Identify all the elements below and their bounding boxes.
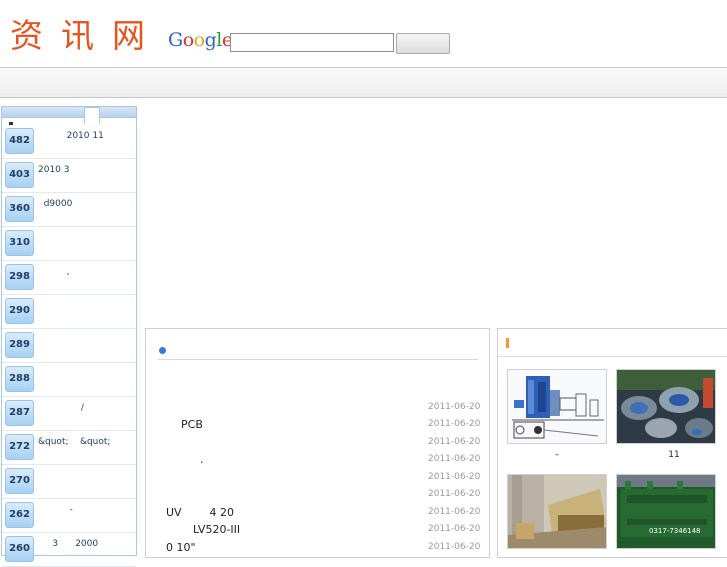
sidebar-item-title[interactable]: 2010 3 (38, 165, 70, 175)
news-title[interactable]: LV520-III (193, 523, 240, 536)
sidebar-ranking: 482 2010 11 403 2010 3 360 d9000 310 298 … (1, 106, 137, 567)
photo-thumb[interactable] (616, 369, 716, 444)
count-badge: 289 (5, 332, 34, 358)
news-item[interactable]: . 2011-06-20 (146, 453, 491, 470)
news-date: 2011-06-20 (428, 402, 481, 412)
sidebar-header (2, 107, 136, 125)
google-letter: o (182, 29, 194, 51)
count-badge: 287 (5, 400, 34, 426)
news-date: 2011-06-20 (428, 489, 481, 499)
boiler-diagram-image (508, 370, 606, 443)
dump-truck-image (508, 475, 606, 548)
news-date: 2011-06-20 (428, 507, 481, 517)
news-title[interactable]: 0 10" (166, 541, 196, 554)
news-item[interactable]: 2011-06-20 (146, 436, 491, 453)
news-title[interactable]: UV 4 20 (166, 506, 234, 519)
news-date: 2011-06-20 (428, 524, 481, 534)
sidebar-item[interactable]: 262 - (2, 499, 136, 533)
count-badge: 262 (5, 502, 34, 528)
sidebar-item-title[interactable]: d9000 (38, 199, 73, 209)
sidebar-item[interactable]: 260 3 2000 (2, 533, 136, 567)
news-item[interactable]: 0 10" 2011-06-20 (146, 541, 491, 558)
sidebar-item-title[interactable]: , (38, 267, 70, 277)
news-date: 2011-06-20 (428, 437, 481, 447)
bullet-icon (159, 347, 166, 354)
google-letter: G (168, 29, 183, 51)
news-item[interactable]: LV520-III 2011-06-20 (146, 523, 491, 540)
sidebar-item-title[interactable]: 2010 11 (38, 131, 104, 141)
count-badge: 310 (5, 230, 34, 256)
count-badge: 403 (5, 162, 34, 188)
count-badge: 298 (5, 264, 34, 290)
sidebar-item[interactable]: 360 d9000 (2, 193, 136, 227)
sidebar-item[interactable]: 288 (2, 363, 136, 397)
title-bar-icon (506, 338, 509, 348)
news-item[interactable]: PCB 2011-06-20 (146, 418, 491, 435)
news-date: 2011-06-20 (428, 419, 481, 429)
photo-caption[interactable]: 11 (624, 450, 724, 460)
count-badge: 482 (5, 128, 34, 154)
sidebar-item[interactable]: 287 / (2, 397, 136, 431)
google-letter: g (204, 29, 217, 51)
news-item[interactable]: 2011-06-20 (146, 401, 491, 418)
news-item[interactable]: UV 4 20 2011-06-20 (146, 506, 491, 523)
divider (158, 359, 478, 360)
news-item[interactable]: 2011-06-20 (146, 488, 491, 505)
photo-caption[interactable]: – (507, 450, 607, 460)
sidebar-item[interactable]: 310 (2, 227, 136, 261)
news-title[interactable]: PCB (181, 418, 203, 431)
search-input[interactable] (230, 33, 394, 52)
industrial-parts-image (617, 370, 715, 443)
photo-thumb[interactable] (507, 474, 607, 549)
sidebar-item-title[interactable]: 3 2000 (38, 539, 98, 549)
news-date: 2011-06-20 (428, 454, 481, 464)
nav-bar (0, 67, 727, 98)
count-badge: 360 (5, 196, 34, 222)
green-generator-image: 0317-7346148 (617, 475, 715, 548)
count-badge: 290 (5, 298, 34, 324)
sidebar-item[interactable]: 272 &quot; &quot; (2, 431, 136, 465)
sidebar-item[interactable]: 403 2010 3 (2, 159, 136, 193)
sidebar-item-title[interactable]: / (38, 403, 84, 413)
sidebar-item-title[interactable]: &quot; &quot; (38, 437, 110, 447)
sidebar-item[interactable]: 482 2010 11 (2, 125, 136, 159)
count-badge: 272 (5, 434, 34, 460)
sidebar-item-title[interactable]: - (38, 505, 72, 515)
count-badge: 270 (5, 468, 34, 494)
search-button[interactable] (396, 33, 450, 54)
phone-number: 0317-7346148 (649, 527, 701, 535)
photo-panel-header (498, 329, 727, 357)
sidebar-item[interactable]: 270 (2, 465, 136, 499)
sidebar-item[interactable]: 298 , (2, 261, 136, 295)
photo-thumb[interactable]: 0317-7346148 (616, 474, 716, 549)
sidebar-item[interactable]: 289 (2, 329, 136, 363)
news-title[interactable]: . (200, 453, 204, 466)
news-date: 2011-06-20 (428, 472, 481, 482)
count-badge: 260 (5, 536, 34, 562)
news-item[interactable]: 2011-06-20 (146, 471, 491, 488)
sidebar-item[interactable]: 290 (2, 295, 136, 329)
sidebar-tab[interactable] (84, 107, 100, 124)
site-logo[interactable]: 资讯网 (10, 16, 163, 56)
count-badge: 288 (5, 366, 34, 392)
photo-panel: – 11 0317-7346148 (497, 328, 727, 558)
google-logo: Google (168, 29, 233, 51)
news-panel: 2011-06-20 PCB 2011-06-20 2011-06-20 . 201… (145, 328, 490, 558)
photo-thumb[interactable] (507, 369, 607, 444)
news-date: 2011-06-20 (428, 542, 481, 552)
google-letter: o (193, 29, 205, 51)
